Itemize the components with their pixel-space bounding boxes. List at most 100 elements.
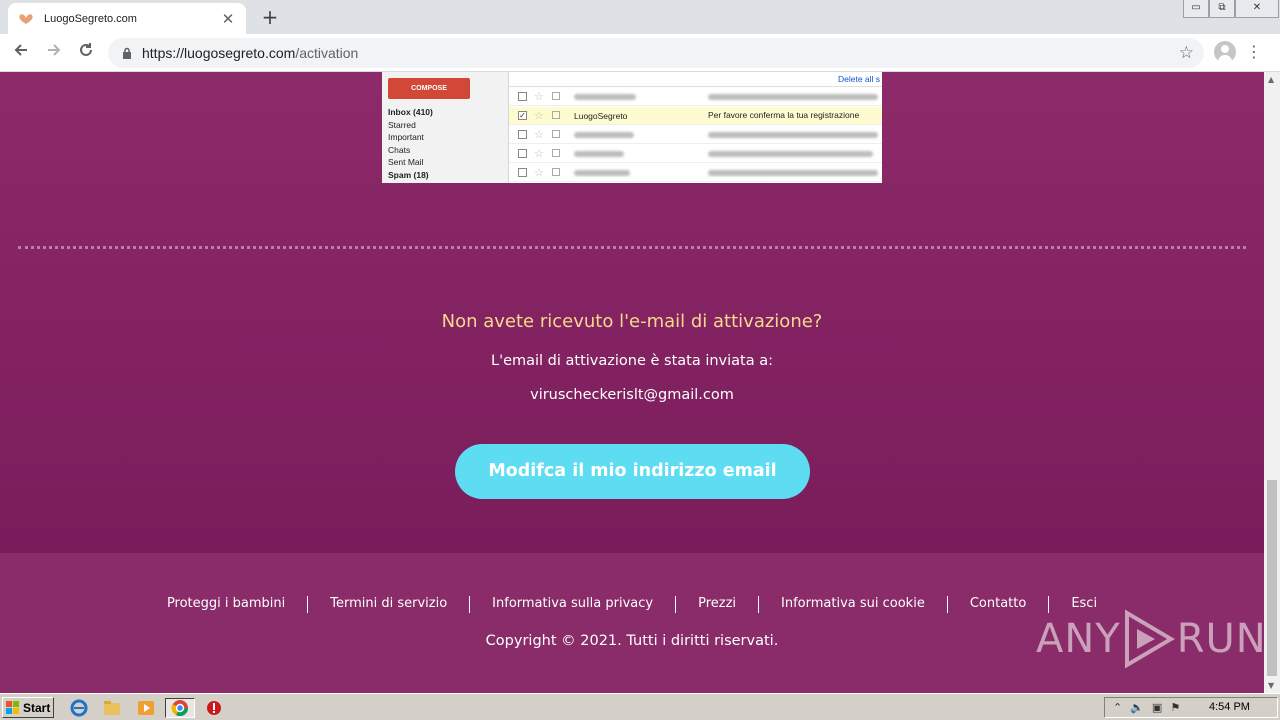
action-center-flag-icon[interactable]: ⚑ xyxy=(1170,701,1180,714)
internet-explorer-icon[interactable] xyxy=(68,698,90,718)
folder-item: Important xyxy=(388,132,424,143)
address-bar[interactable]: https://luogosegreto.com/activation ☆ xyxy=(108,38,1204,68)
scroll-down-arrow-icon[interactable]: ▼ xyxy=(1268,681,1274,690)
star-icon: ☆ xyxy=(534,91,544,103)
tab-strip: LuogoSegreto.com ✕ + ▭ ⧉ ✕ xyxy=(0,0,1280,34)
mail-sidebar: COMPOSE Inbox (410) Starred Important Ch… xyxy=(382,72,509,183)
lock-icon xyxy=(120,46,134,60)
footer-separator xyxy=(758,596,760,613)
tab-close-icon[interactable]: ✕ xyxy=(220,11,236,27)
gmail-screenshot-image: COMPOSE Inbox (410) Starred Important Ch… xyxy=(382,72,882,183)
important-marker-icon xyxy=(552,168,560,176)
scrollbar-thumb[interactable] xyxy=(1267,480,1277,676)
watermark-left-text: ANY xyxy=(1036,616,1121,662)
footer-link-child-protection[interactable]: Proteggi i bambini xyxy=(167,596,285,611)
footer-link-privacy[interactable]: Informativa sulla privacy xyxy=(492,596,653,611)
blurred-mail-row: ☆ xyxy=(509,164,882,182)
page-viewport: COMPOSE Inbox (410) Starred Important Ch… xyxy=(0,72,1264,693)
folder-item: Sent Mail xyxy=(388,157,424,168)
activation-section: COMPOSE Inbox (410) Starred Important Ch… xyxy=(0,72,1264,553)
taskbar-clock[interactable]: 4:54 PM xyxy=(1209,701,1250,713)
change-email-button[interactable]: Modifca il mio indirizzo email xyxy=(455,444,810,499)
chrome-taskbar-icon[interactable] xyxy=(165,698,195,718)
anyrun-watermark-logo: ANY RUN xyxy=(1036,606,1264,672)
start-button[interactable]: Start xyxy=(2,697,54,718)
blurred-mail-row: ☆ xyxy=(509,145,882,163)
back-arrow-icon[interactable] xyxy=(9,41,33,65)
highlighted-mail-row: ✓ ☆ LuogoSegreto Per favore conferma la t… xyxy=(509,107,882,125)
footer-link-cookies[interactable]: Informativa sui cookie xyxy=(781,596,925,611)
folder-item: Starred xyxy=(388,119,416,130)
delete-all-link: Delete all s xyxy=(838,74,881,84)
blurred-text xyxy=(574,151,624,157)
sent-to-label: L'email di attivazione è stata inviata a… xyxy=(491,353,773,369)
windows-flag-icon xyxy=(6,700,19,714)
system-tray: ⌃ 🔈 ▣ ⚑ 4:54 PM xyxy=(1104,697,1278,718)
folder-item: Inbox (410) xyxy=(388,107,433,117)
tab-title: LuogoSegreto.com xyxy=(44,12,137,25)
reload-icon[interactable] xyxy=(74,41,98,65)
mail-checkbox xyxy=(518,92,527,101)
star-icon: ☆ xyxy=(534,148,544,160)
bookmark-star-icon[interactable]: ☆ xyxy=(1179,43,1194,63)
compose-button-image: COMPOSE xyxy=(388,78,470,99)
luogosegreto-favicon-icon xyxy=(18,11,34,27)
browser-toolbar: https://luogosegreto.com/activation ☆ xyxy=(0,34,1280,72)
blurred-text xyxy=(708,170,878,176)
footer-link-contact[interactable]: Contatto xyxy=(970,596,1026,611)
checked-checkbox-icon: ✓ xyxy=(518,111,527,120)
file-explorer-icon[interactable] xyxy=(101,698,123,718)
url-path: /activation xyxy=(295,45,359,61)
blurred-text xyxy=(708,151,873,157)
blurred-text xyxy=(708,94,878,100)
registered-email: viruscheckerislt@gmail.com xyxy=(530,387,734,403)
start-label: Start xyxy=(23,700,51,715)
mail-from: LuogoSegreto xyxy=(574,111,628,121)
media-player-icon[interactable] xyxy=(135,698,157,718)
important-marker-icon xyxy=(552,92,560,100)
blurred-text xyxy=(708,132,878,138)
star-icon: ☆ xyxy=(534,110,544,122)
volume-icon[interactable]: 🔈 xyxy=(1130,701,1144,714)
profile-avatar-icon[interactable] xyxy=(1214,41,1236,63)
network-icon[interactable]: ▣ xyxy=(1152,701,1162,714)
watermark-right-text: RUN xyxy=(1176,616,1264,662)
page-scrollbar[interactable]: ▲ ▼ xyxy=(1264,72,1280,693)
tray-expand-icon[interactable]: ⌃ xyxy=(1113,701,1122,714)
minimize-button[interactable]: ▭ xyxy=(1183,0,1209,18)
stop-sign-icon[interactable] xyxy=(203,698,225,718)
windows-taskbar: Start ⌃ 🔈 ▣ ⚑ 4:54 PM xyxy=(0,693,1280,720)
play-triangle-icon xyxy=(1124,609,1175,669)
mail-folder-list: Inbox (410) Starred Important Chats Sent… xyxy=(388,106,433,182)
important-marker-icon xyxy=(552,111,560,119)
mail-subject: Per favore conferma la tua registrazione xyxy=(708,110,860,120)
important-marker-icon xyxy=(552,149,560,157)
mail-topbar: Delete all s xyxy=(509,72,882,87)
footer-link-prices[interactable]: Prezzi xyxy=(698,596,736,611)
browser-tab[interactable]: LuogoSegreto.com ✕ xyxy=(8,3,246,34)
no-email-question: Non avete ricevuto l'e-mail di attivazio… xyxy=(441,311,823,332)
blurred-mail-row: ☆ xyxy=(509,88,882,106)
mail-checkbox xyxy=(518,168,527,177)
footer-separator xyxy=(946,596,948,613)
scroll-up-arrow-icon[interactable]: ▲ xyxy=(1268,75,1274,84)
blurred-text xyxy=(574,94,636,100)
important-marker-icon xyxy=(552,130,560,138)
footer-separator xyxy=(675,596,677,613)
mail-checkbox xyxy=(518,130,527,139)
new-tab-button[interactable]: + xyxy=(258,5,282,29)
window-close-button[interactable]: ✕ xyxy=(1235,0,1279,18)
footer-separator xyxy=(469,596,471,613)
restore-button[interactable]: ⧉ xyxy=(1209,0,1235,18)
folder-item: Chats xyxy=(388,144,411,155)
window-controls: ▭ ⧉ ✕ xyxy=(1183,0,1279,20)
blurred-text xyxy=(574,170,630,176)
footer-link-terms[interactable]: Termini di servizio xyxy=(330,596,447,611)
browser-menu-icon[interactable]: ⋮ xyxy=(1246,41,1262,63)
url-text: https://luogosegreto.com/activation xyxy=(142,45,358,61)
folder-item: Spam (18) xyxy=(388,169,429,180)
dotted-divider xyxy=(18,246,1246,249)
forward-arrow-icon[interactable] xyxy=(42,41,66,65)
star-icon: ☆ xyxy=(534,167,544,179)
mail-checkbox xyxy=(518,149,527,158)
